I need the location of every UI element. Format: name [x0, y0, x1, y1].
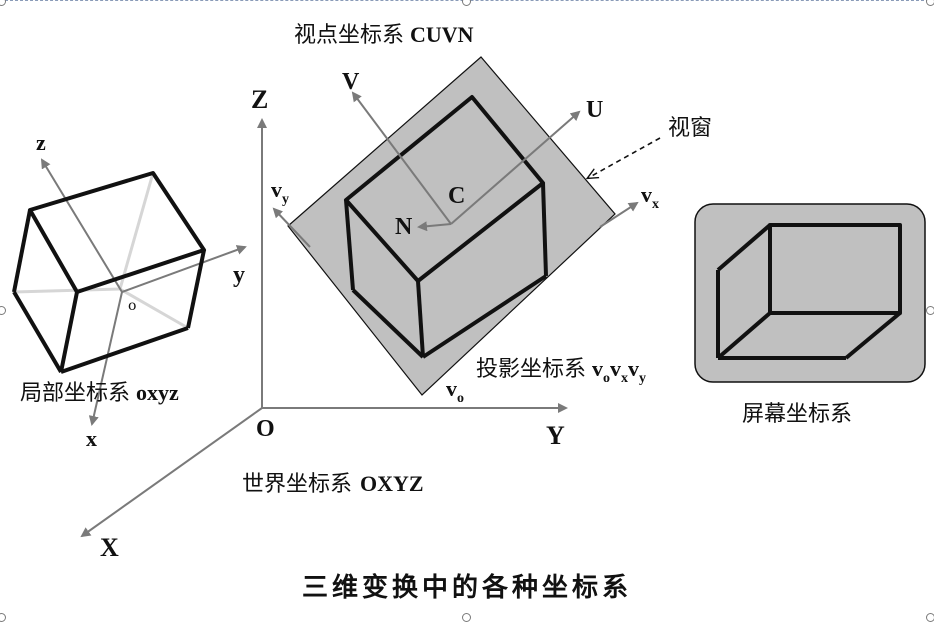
local-y-label: y [233, 262, 245, 288]
view-n-label: N [395, 214, 413, 240]
local-z-axis [40, 158, 123, 293]
view-caption: 视点坐标系 CUVN [294, 22, 474, 48]
local-x-label: x [86, 426, 97, 451]
local-caption: 局部坐标系 oxyz [20, 380, 179, 406]
projection-plane [287, 56, 616, 396]
projection-caption: 投影坐标系 vovxvy [476, 356, 646, 386]
local-z-label: z [36, 130, 46, 155]
world-caption: 世界坐标系 OXYZ [242, 471, 424, 497]
projection-vx-label: vx [641, 182, 659, 212]
world-origin-label: O [256, 416, 275, 442]
viewport-label: 视窗 [668, 116, 712, 141]
world-y-label: Y [546, 421, 565, 450]
world-x-label: X [100, 533, 119, 562]
diagram-canvas: Z Y X O 世界坐标系 OXYZ z y x o 局部坐标系 oxyz V … [0, 0, 934, 622]
world-z-label: Z [251, 85, 268, 114]
screen-caption: 屏幕坐标系 [742, 402, 852, 427]
viewport-pointer-arrow [588, 137, 661, 178]
local-origin-label: o [128, 298, 136, 314]
world-x-axis [80, 407, 263, 538]
resize-handle-middle-right[interactable] [926, 306, 934, 315]
view-u-label: U [586, 97, 603, 123]
view-v-label: V [342, 69, 360, 95]
projection-vy-label: vy [271, 177, 289, 207]
screen-panel [694, 203, 926, 383]
local-hidden-edges [13, 172, 189, 330]
view-center-label: C [448, 183, 465, 209]
resize-handle-top-right[interactable] [926, 0, 934, 6]
projection-vo-label: vo [446, 376, 464, 406]
coordinate-systems-diagram: Z Y X O 世界坐标系 OXYZ z y x o 局部坐标系 oxyz V … [12, 22, 926, 603]
diagram-title: 三维变换中的各种坐标系 [302, 572, 632, 603]
